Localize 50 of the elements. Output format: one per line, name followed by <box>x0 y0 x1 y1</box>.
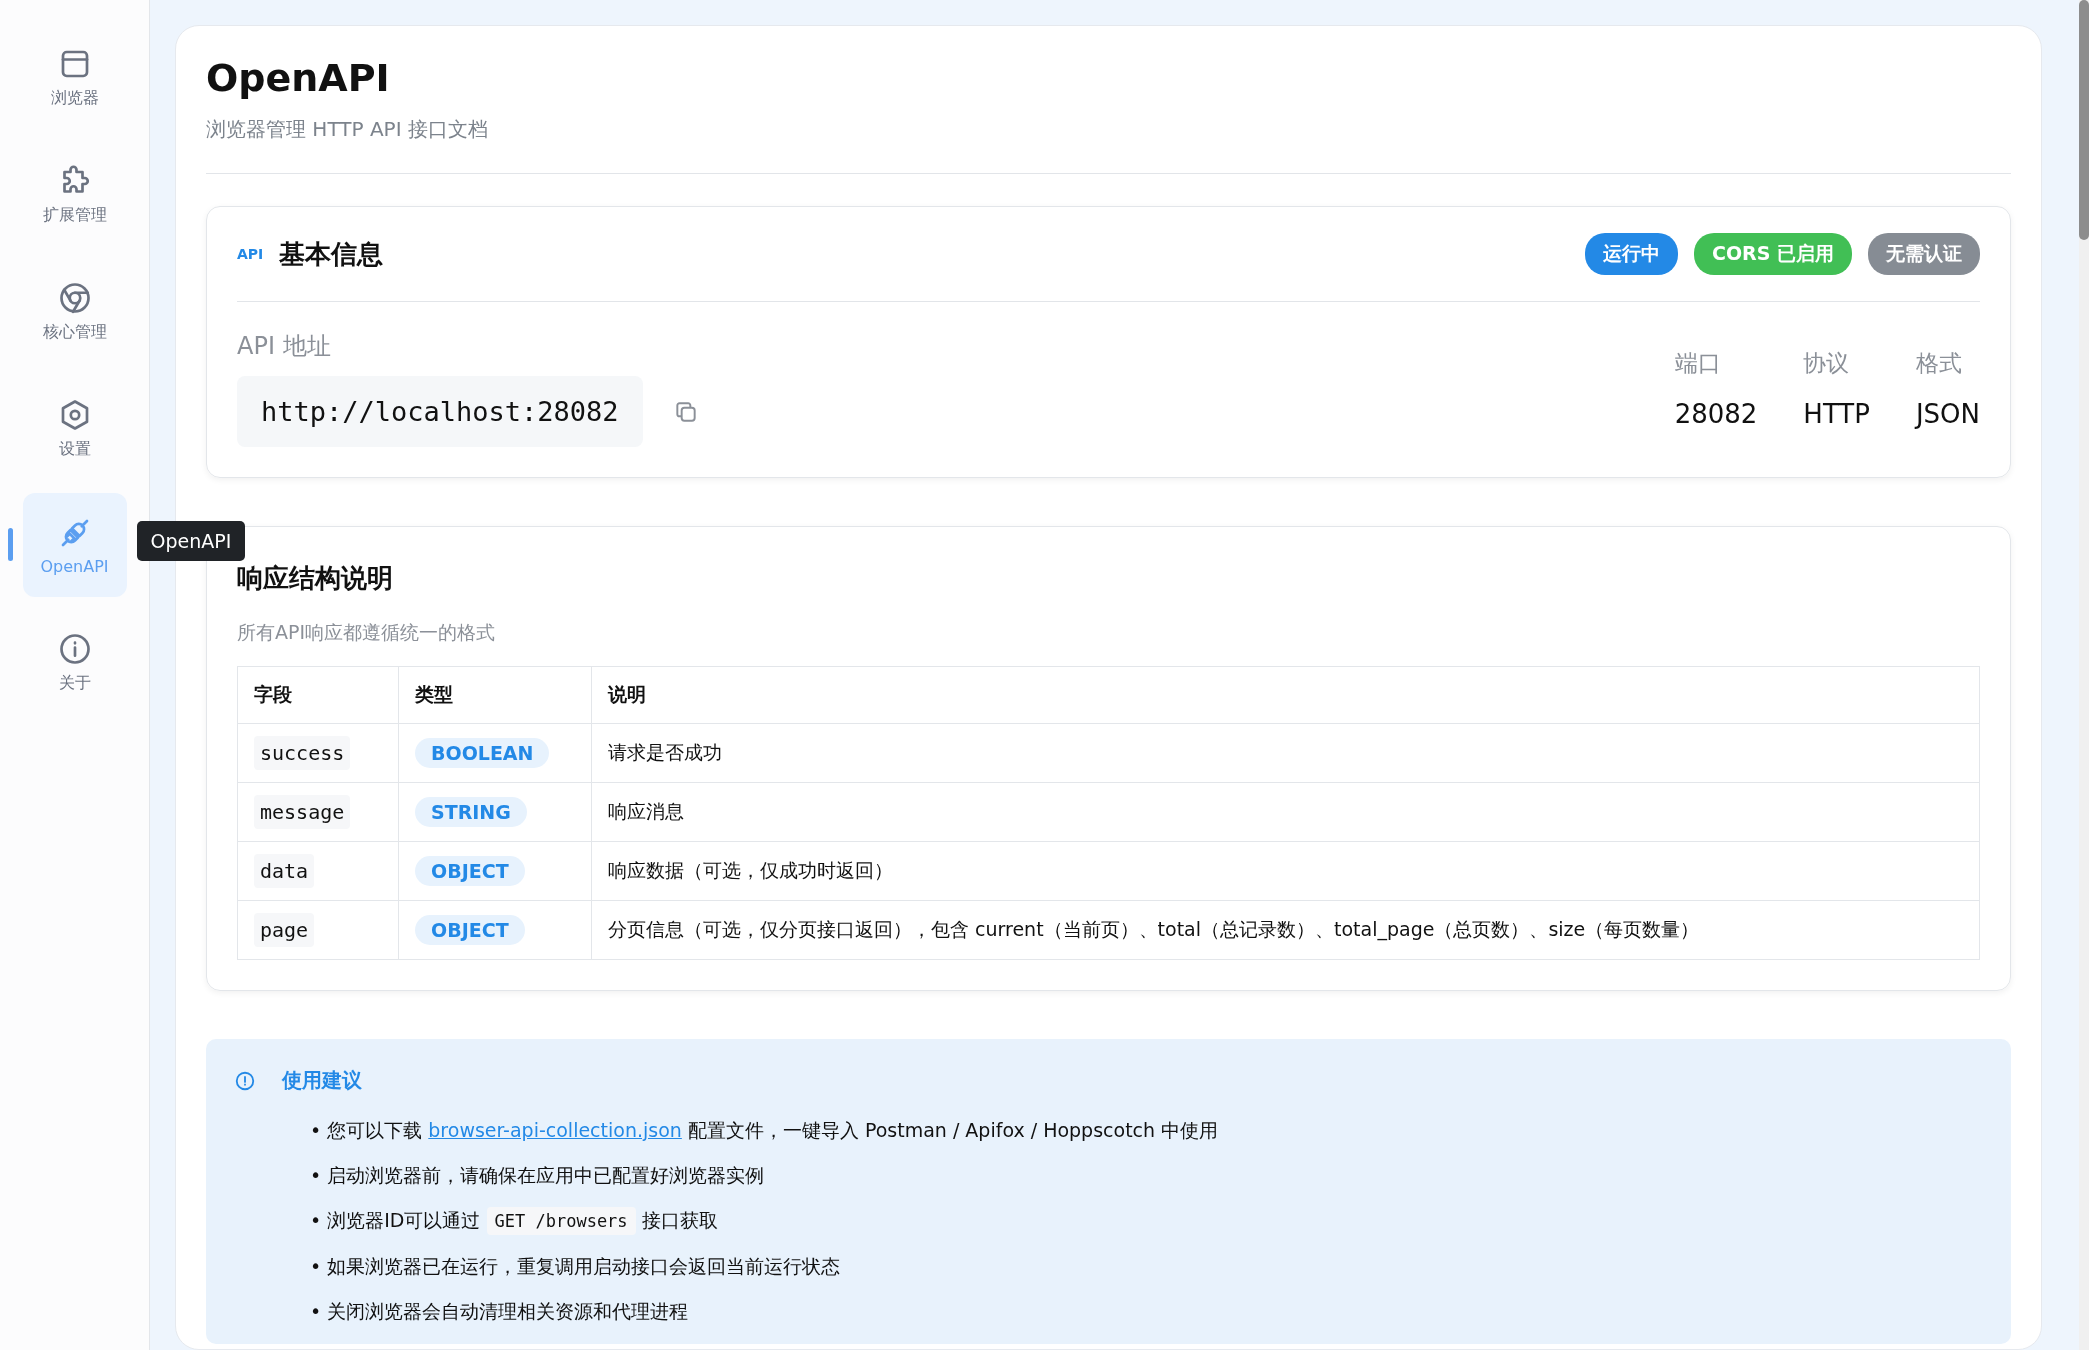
alert-icon <box>234 1069 256 1092</box>
stat-value: 28082 <box>1674 399 1758 429</box>
field-name: page <box>254 913 315 947</box>
nav-item[interactable]: 设置 <box>22 376 127 480</box>
nav-item[interactable]: 关于 <box>22 610 127 714</box>
tip-text: • 浏览器ID可以通过 GET /browsers 接口获取 <box>310 1198 1983 1244</box>
section-subtitle: 所有API响应都遵循统一的格式 <box>237 620 497 645</box>
nav-item[interactable]: 扩展管理 <box>22 142 127 246</box>
table-cell: 分页信息（可选，仅分页接口返回），包含 current（当前页）、total（总记录数）、total_page（总页数）、size（每页数量） <box>591 900 1980 960</box>
api-address: http://localhost:28082 <box>237 376 643 447</box>
stat-value: HTTP <box>1803 399 1870 429</box>
field-name: success <box>254 736 351 770</box>
tip-text: • 您可以下载 browser-api-collection.json 配置文件，一键导入 Postman / Apifox / Hoppscotch 中使用 <box>310 1118 1220 1143</box>
column-header: 说明 <box>591 666 1980 724</box>
stat-label: 端口 <box>1674 349 1722 378</box>
type-tag: OBJECT <box>415 915 525 945</box>
type-tag: OBJECT <box>415 856 525 886</box>
card-title: 基本信息 <box>279 237 384 271</box>
tip-text: • 关闭浏览器会自动清理相关资源和代理进程 <box>310 1299 690 1324</box>
field-name: data <box>254 854 315 888</box>
active-indicator <box>7 528 13 561</box>
table-cell: 请求是否成功 <box>591 723 1980 783</box>
tip-text: • 如果浏览器已在运行，重复调用启动接口会返回当前运行状态 <box>310 1254 842 1279</box>
type-tag: BOOLEAN <box>415 738 550 768</box>
stat-label: 协议 <box>1803 349 1851 378</box>
column-header: 类型 <box>398 666 592 724</box>
status-badge: 无需认证 <box>1868 233 1980 275</box>
type-tag: STRING <box>415 797 527 827</box>
tooltip: OpenAPI <box>136 521 246 561</box>
nav-item[interactable]: 核心管理 <box>22 259 127 363</box>
table-cell: 响应数据（可选，仅成功时返回） <box>591 841 1980 901</box>
status-badge: 运行中 <box>1584 233 1678 275</box>
download-link[interactable]: browser-api-collection.json <box>428 1119 682 1141</box>
tip-text: • 启动浏览器前，请确保在应用中已配置好浏览器实例 <box>310 1163 766 1188</box>
stat-label: 格式 <box>1915 349 1963 378</box>
nav-item[interactable]: OpenAPI <box>22 493 127 597</box>
api-icon: API <box>237 246 264 262</box>
nav-item[interactable]: 浏览器 <box>22 25 127 129</box>
field-name: message <box>254 795 351 829</box>
scrollbar[interactable] <box>2079 0 2089 1350</box>
section-title: 响应结构说明 <box>237 562 394 595</box>
tips-title: 使用建议 <box>282 1067 362 1094</box>
status-badge: CORS 已启用 <box>1693 233 1852 275</box>
table-cell: 响应消息 <box>591 782 1980 842</box>
field-label: API 地址 <box>237 331 332 362</box>
page-title: OpenAPI <box>206 56 391 100</box>
code-snippet: GET /browsers <box>486 1207 636 1235</box>
stat-value: JSON <box>1915 399 1980 429</box>
column-header: 字段 <box>237 666 399 724</box>
page-subtitle: 浏览器管理 HTTP API 接口文档 <box>206 116 489 143</box>
